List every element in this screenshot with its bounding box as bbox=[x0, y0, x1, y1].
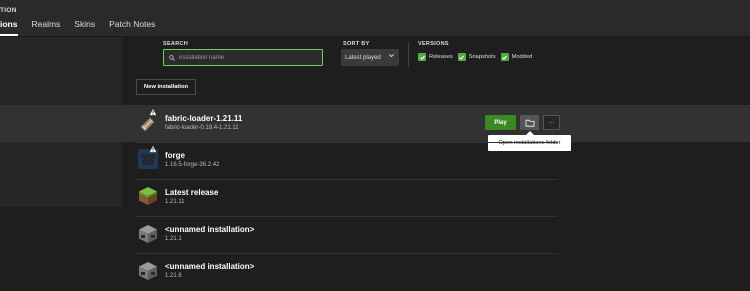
active-tab-indicator bbox=[0, 34, 18, 36]
tab-skins[interactable]: Skins bbox=[74, 19, 95, 29]
search-input[interactable] bbox=[179, 54, 309, 61]
new-installation-button[interactable]: New installation bbox=[136, 79, 196, 95]
open-folder-button[interactable] bbox=[520, 115, 539, 130]
installation-version: 1.16.5-forge-36.2.42 bbox=[165, 162, 220, 168]
installation-version: 1.21.1 bbox=[165, 236, 182, 242]
tab-patch-notes[interactable]: Patch Notes bbox=[109, 19, 155, 29]
snapshots-checkbox-label: Snapshots bbox=[468, 54, 496, 60]
furnace-icon bbox=[139, 262, 157, 280]
warning-icon bbox=[149, 145, 157, 153]
checkmark-icon bbox=[418, 53, 426, 61]
installation-row[interactable] bbox=[0, 217, 750, 254]
installation-row[interactable] bbox=[0, 143, 750, 180]
sort-dropdown[interactable]: Latest played bbox=[341, 49, 399, 66]
installation-row[interactable] bbox=[0, 180, 750, 217]
modded-checkbox[interactable]: Modded bbox=[500, 53, 533, 61]
launcher-window: TION ions Realms Skins Patch Notes SEARC… bbox=[0, 0, 750, 291]
snapshots-checkbox[interactable]: Snapshots bbox=[457, 53, 496, 61]
folder-icon bbox=[525, 119, 534, 127]
installation-row[interactable] bbox=[0, 105, 750, 142]
warning-icon bbox=[149, 108, 157, 116]
sort-value: Latest played bbox=[345, 54, 381, 61]
tab-installations[interactable]: ions bbox=[0, 19, 17, 29]
nav-tabs: ions Realms Skins Patch Notes bbox=[0, 19, 169, 29]
versions-label: VERSIONS bbox=[418, 41, 449, 47]
top-navigation: TION ions Realms Skins Patch Notes bbox=[0, 0, 750, 37]
modded-checkbox-label: Modded bbox=[511, 54, 533, 60]
search-field[interactable] bbox=[163, 49, 323, 66]
filter-divider bbox=[408, 43, 409, 67]
installation-version: 1.21.6 bbox=[165, 273, 182, 279]
more-options-button[interactable]: ··· bbox=[543, 115, 560, 130]
checkmark-icon bbox=[457, 53, 466, 61]
installation-name: fabric-loader-1.21.11 bbox=[165, 114, 243, 123]
search-icon bbox=[169, 54, 175, 61]
version-filters: Releases Snapshots Modded bbox=[418, 53, 537, 61]
installation-row[interactable] bbox=[0, 254, 750, 291]
tab-realms[interactable]: Realms bbox=[31, 19, 60, 29]
releases-checkbox[interactable]: Releases bbox=[418, 53, 453, 61]
installation-version: 1.21.11 bbox=[165, 199, 185, 205]
installation-version: fabric-loader-0.18.4-1.21.11 bbox=[165, 125, 239, 131]
checkmark-icon bbox=[500, 53, 509, 61]
installation-name: <unnamed installation> bbox=[165, 225, 255, 234]
search-label: SEARCH bbox=[163, 41, 189, 47]
play-button[interactable]: Play bbox=[485, 115, 516, 130]
chevron-down-icon bbox=[389, 54, 394, 58]
installation-name: <unnamed installation> bbox=[165, 262, 255, 271]
installation-name: forge bbox=[165, 151, 185, 160]
furnace-icon bbox=[139, 225, 157, 243]
installation-name: Latest release bbox=[165, 188, 219, 197]
grass-block-icon bbox=[139, 187, 157, 205]
game-title: TION bbox=[0, 7, 17, 14]
sort-label: SORT BY bbox=[343, 41, 370, 47]
releases-checkbox-label: Releases bbox=[429, 54, 453, 60]
